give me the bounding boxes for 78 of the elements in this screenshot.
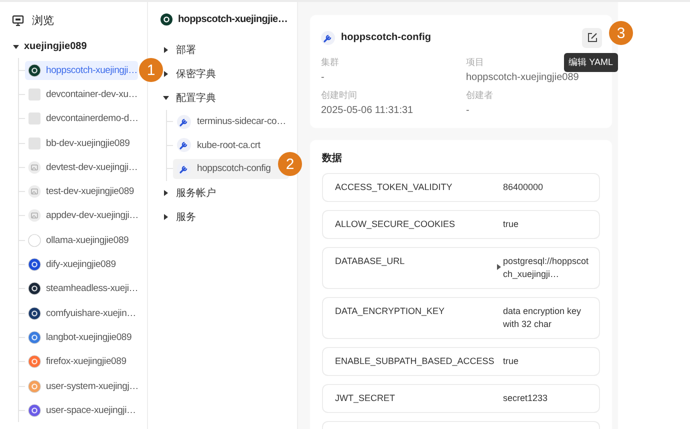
app-item[interactable]: user-space-xuejingji…: [25, 400, 138, 420]
data-value: secret1233: [503, 392, 549, 405]
field-value: -: [321, 72, 324, 83]
app-logo-icon: [28, 282, 41, 296]
app-item[interactable]: bb-dev-xuejingjie089: [25, 134, 138, 153]
app-item[interactable]: devcontainer-dev-xu…: [25, 84, 138, 104]
app-item[interactable]: devcontainerdemo-d…: [25, 109, 138, 128]
config-title: hoppscotch-config: [341, 32, 432, 43]
step-badge: 1: [139, 58, 163, 82]
caret-icon[interactable]: [162, 46, 170, 54]
app-item[interactable]: comfyuishare-xuejin…: [25, 304, 138, 323]
wrench-icon: [321, 30, 335, 44]
app-item[interactable]: langbot-xuejingjie089: [25, 328, 138, 347]
app-logo-icon: [28, 306, 41, 320]
step-badge: 3: [609, 21, 633, 45]
app-logo-icon: [28, 64, 41, 77]
app-item[interactable]: test-dev-xuejingjie089: [25, 182, 138, 202]
field-value: hoppscotch-xuejingjie089: [466, 72, 579, 83]
app-item[interactable]: ollama-xuejingjie089: [25, 230, 138, 250]
wrench-icon: [177, 114, 191, 129]
data-value: true: [503, 355, 520, 368]
data-value: 86400000: [503, 181, 544, 194]
data-value: data encryption key with 32 char: [503, 305, 582, 331]
group-label[interactable]: xuejingjie089: [24, 41, 87, 52]
image-icon: [28, 209, 41, 222]
data-key: DATABASE_URL: [335, 255, 497, 268]
placeholder-icon: [28, 112, 41, 126]
data-key: JWT_SECRET: [335, 392, 497, 405]
edit-button[interactable]: [582, 28, 602, 48]
edit-icon: [586, 32, 598, 43]
placeholder-icon: [28, 88, 41, 101]
data-key: DATA_ENCRYPTION_KEY: [335, 305, 497, 318]
app-item[interactable]: devtest-dev-xuejingji…: [25, 158, 138, 177]
app-logo-icon: [28, 330, 41, 344]
monitor-icon: [12, 15, 24, 26]
tree-item[interactable]: terminus-sidecar-co…: [173, 112, 289, 132]
field-label: 项目: [466, 56, 484, 69]
field-label: 创建者: [466, 89, 493, 102]
app-logo-icon: [28, 258, 41, 272]
app-logo-icon: [160, 13, 173, 26]
sidebar-title: 浏览: [32, 14, 54, 28]
data-value: postgresql://hoppscotch_xuejingji…: [503, 255, 589, 281]
tree-section[interactable]: 服务: [176, 210, 196, 224]
tree-section[interactable]: 保密字典: [176, 67, 216, 81]
app-item[interactable]: user-system-xuejingj…: [25, 376, 138, 396]
caret-icon[interactable]: [162, 94, 170, 102]
field-label: 集群: [321, 56, 339, 69]
app-logo-icon: [28, 355, 41, 368]
tree-section[interactable]: 服务帐户: [176, 186, 216, 200]
app-logo-icon: [28, 234, 41, 247]
data-key: ALLOW_SECURE_COOKIES: [335, 218, 497, 231]
data-key: ACCESS_TOKEN_VALIDITY: [335, 181, 497, 194]
caret-icon[interactable]: [162, 212, 170, 220]
placeholder-icon: [28, 136, 41, 150]
field-value: -: [466, 105, 470, 116]
app-item[interactable]: steamheadless-xueji…: [25, 279, 138, 298]
section-title: 数据: [322, 152, 343, 165]
image-icon: [28, 160, 41, 174]
image-icon: [28, 185, 41, 198]
edit-tooltip: 编辑 YAML: [564, 53, 618, 72]
app-logo-icon: [28, 404, 41, 417]
app-item[interactable]: dify-xuejingjie089: [25, 255, 138, 274]
data-value: true: [503, 218, 520, 231]
data-key: ENABLE_SUBPATH_BASED_ACCESS: [335, 355, 497, 368]
app-logo-icon: [28, 380, 41, 392]
app-item[interactable]: hoppscotch-xuejingji…: [25, 60, 138, 80]
app-title: hoppscotch-xuejingjie…: [178, 14, 288, 25]
field-label: 创建时间: [321, 89, 357, 102]
app-item[interactable]: firefox-xuejingjie089: [25, 352, 138, 372]
app-item[interactable]: appdev-dev-xuejingji…: [25, 206, 138, 226]
wrench-icon: [177, 138, 191, 152]
caret-icon[interactable]: [12, 42, 20, 50]
field-value: 2025-05-06 11:31:31: [321, 105, 414, 116]
tree-section[interactable]: 配置字典: [176, 91, 216, 105]
caret-icon[interactable]: [162, 70, 170, 78]
wrench-icon: [177, 162, 191, 176]
caret-icon[interactable]: [162, 188, 170, 196]
tree-section[interactable]: 部署: [176, 43, 196, 57]
